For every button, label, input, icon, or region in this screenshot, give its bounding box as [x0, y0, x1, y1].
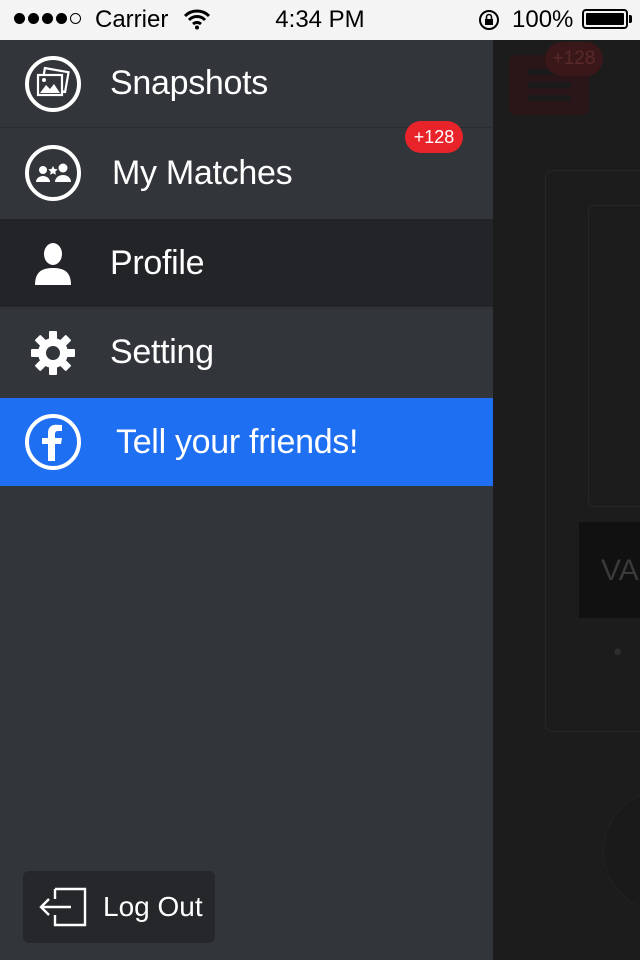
rotation-lock-icon: [478, 9, 500, 38]
menu-item-profile[interactable]: Profile: [0, 219, 493, 307]
side-menu: Snapshots My Matches Profile Setting Tel…: [0, 40, 493, 960]
background-text: VA: [601, 554, 639, 587]
tell-friends-label: Tell your friends!: [116, 422, 359, 461]
log-out-button[interactable]: Log Out: [23, 871, 215, 943]
gear-icon: [24, 324, 82, 382]
matches-icon: [24, 144, 82, 202]
background-badge: +128: [545, 42, 603, 76]
battery-icon: [582, 9, 632, 29]
status-bar: Carrier 4:34 PM 100%: [0, 0, 640, 40]
menu-item-label: My Matches: [112, 153, 293, 192]
menu-item-label: Profile: [110, 243, 205, 282]
photos-icon: [24, 55, 82, 113]
log-out-label: Log Out: [103, 891, 203, 922]
menu-item-label: Setting: [110, 333, 214, 371]
background-photo: [588, 205, 640, 507]
logout-icon: [37, 887, 89, 932]
matches-count-badge: +128: [405, 121, 463, 153]
background-content: +128 VA ●: [493, 40, 640, 960]
menu-item-label: Snapshots: [110, 64, 268, 102]
menu-item-snapshots[interactable]: Snapshots: [0, 40, 493, 128]
background-matches-icon: ●: [613, 643, 623, 660]
battery-percentage: 100%: [512, 6, 574, 33]
menu-item-setting[interactable]: Setting: [0, 308, 493, 396]
person-icon: [24, 234, 82, 292]
tell-friends-facebook-button[interactable]: Tell your friends!: [0, 398, 493, 486]
background-box: VA: [579, 522, 640, 618]
facebook-icon: [24, 413, 82, 471]
background-circle-button: [603, 790, 640, 912]
